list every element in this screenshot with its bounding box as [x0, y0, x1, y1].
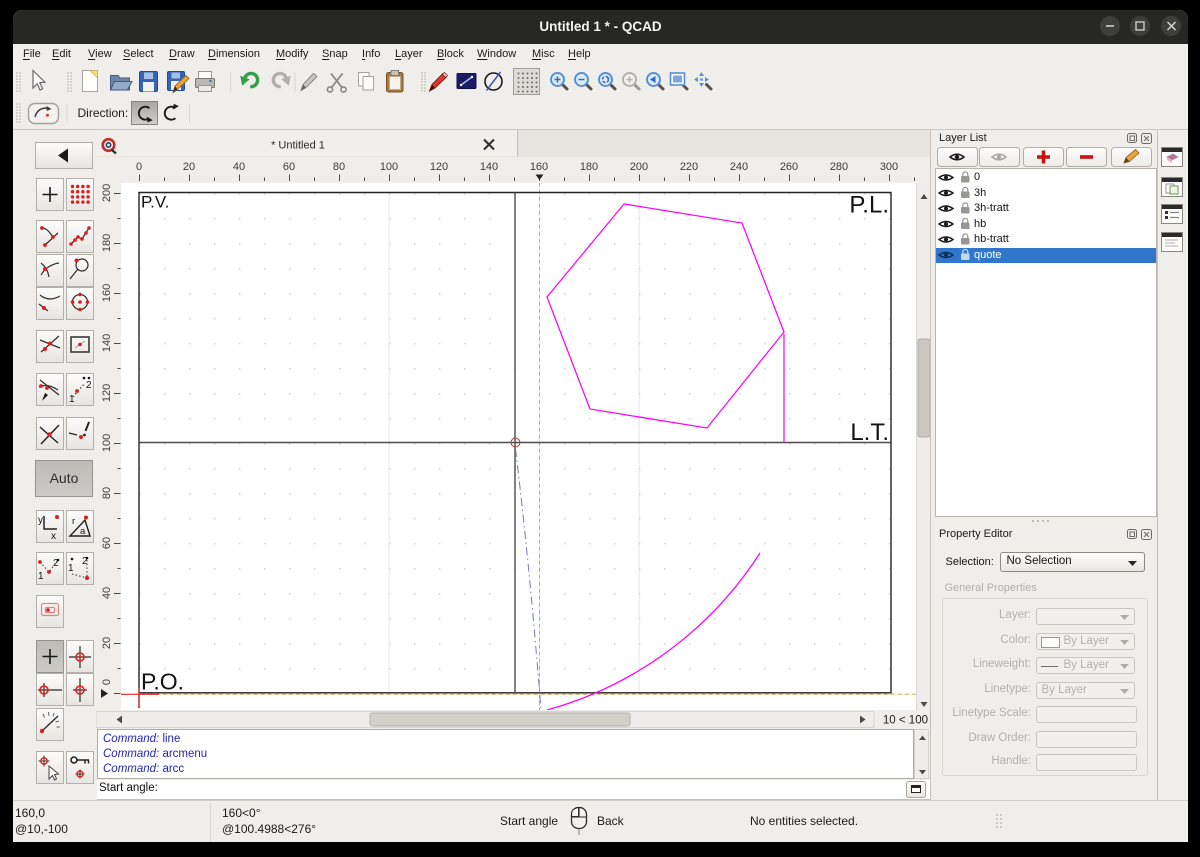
- svg-text:140: 140: [480, 161, 498, 173]
- svg-text:200: 200: [630, 161, 648, 173]
- svg-text:1: 1: [69, 394, 75, 405]
- svg-text:60: 60: [101, 537, 113, 549]
- svg-text:200: 200: [101, 184, 113, 202]
- svg-text:r: r: [72, 516, 75, 527]
- svg-text:40: 40: [101, 587, 113, 599]
- svg-text:40: 40: [233, 161, 245, 173]
- svg-text:a: a: [80, 526, 86, 537]
- svg-text:220: 220: [680, 161, 698, 173]
- svg-text:300: 300: [880, 161, 898, 173]
- svg-text:y: y: [38, 515, 43, 526]
- svg-text:120: 120: [430, 161, 448, 173]
- svg-text:60: 60: [283, 161, 295, 173]
- svg-text:x: x: [51, 531, 56, 542]
- svg-text:20: 20: [101, 637, 113, 649]
- svg-text:100: 100: [101, 434, 113, 452]
- svg-text:160: 160: [101, 284, 113, 302]
- svg-text:* Untitled 1: * Untitled 1: [271, 140, 325, 152]
- svg-text:180: 180: [101, 234, 113, 252]
- svg-text:240: 240: [730, 161, 748, 173]
- svg-text:L.T.: L.T.: [850, 419, 889, 446]
- svg-text:280: 280: [830, 161, 848, 173]
- svg-text:100: 100: [380, 161, 398, 173]
- svg-text:120: 120: [101, 384, 113, 402]
- svg-text:80: 80: [333, 161, 345, 173]
- svg-text:20: 20: [183, 161, 195, 173]
- svg-text:P.L.: P.L.: [849, 192, 889, 219]
- svg-text:260: 260: [780, 161, 798, 173]
- svg-text:1: 1: [38, 571, 44, 582]
- svg-text:0: 0: [136, 161, 142, 173]
- svg-text:2: 2: [86, 380, 92, 391]
- svg-text:0: 0: [101, 679, 113, 685]
- svg-text:P.O.: P.O.: [141, 669, 184, 695]
- svg-text:Auto: Auto: [50, 470, 79, 486]
- svg-text:140: 140: [101, 334, 113, 352]
- svg-text:10 < 100: 10 < 100: [883, 715, 928, 727]
- svg-text:P.V.: P.V.: [141, 193, 169, 212]
- svg-text:180: 180: [580, 161, 598, 173]
- svg-text:1: 1: [68, 563, 74, 574]
- svg-text:160: 160: [530, 161, 548, 173]
- svg-text:Direction:: Direction:: [78, 106, 129, 120]
- svg-text:80: 80: [101, 487, 113, 499]
